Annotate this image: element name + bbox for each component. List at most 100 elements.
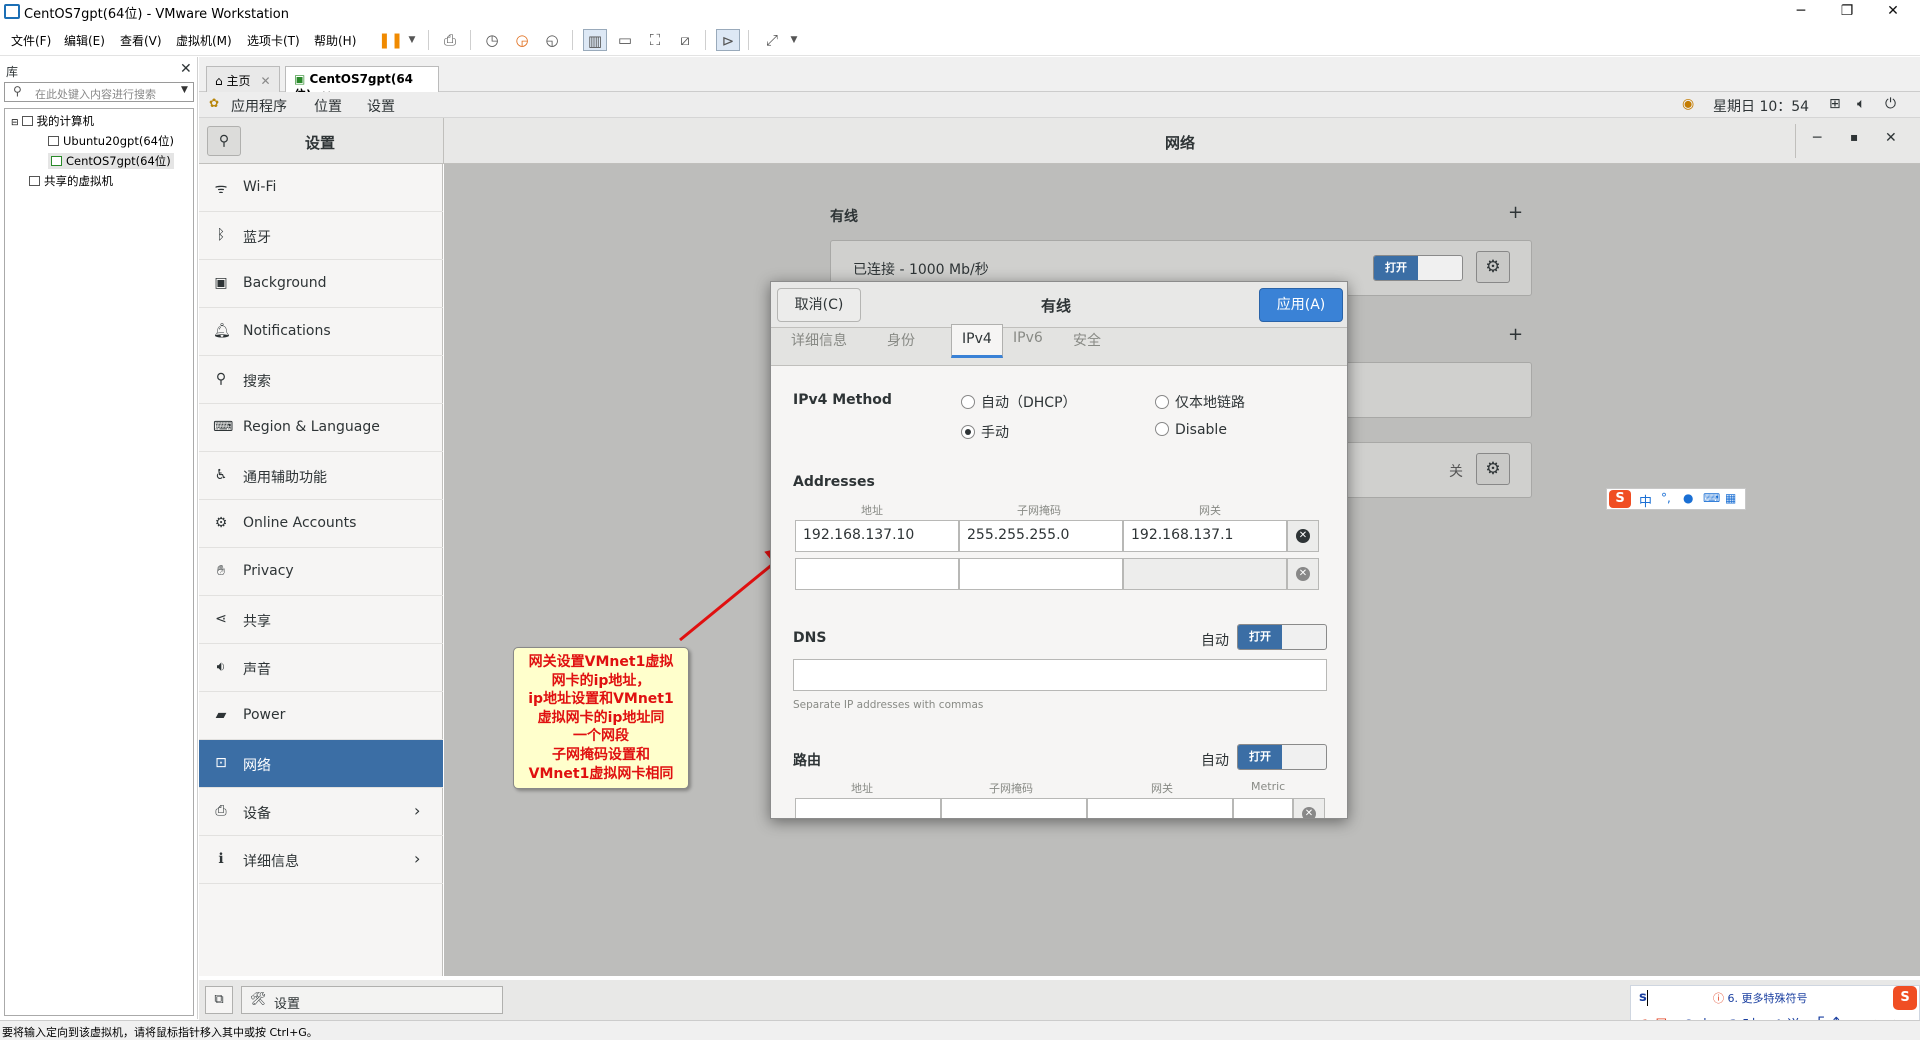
console-view-icon[interactable]: ⊳ (716, 29, 740, 51)
route-metric-input[interactable] (1233, 798, 1293, 818)
menu-edit[interactable]: 编辑(E) (64, 32, 105, 49)
address-input-empty[interactable] (795, 558, 959, 590)
sidebar-item-sharing[interactable]: ⋖ 共享 (199, 596, 443, 644)
netmask-input[interactable]: 255.255.255.0 (959, 520, 1123, 552)
taskbar-settings-button[interactable]: 🛠︎ 设置 (241, 986, 503, 1014)
wired-toggle[interactable]: 打开 (1373, 255, 1463, 281)
restore-button[interactable]: ❐ (1824, 0, 1870, 24)
ime-mode-chinese[interactable]: 中 (1639, 491, 1652, 510)
library-close-icon[interactable]: ✕ (180, 61, 192, 77)
routes-auto-toggle[interactable]: 打开 (1237, 744, 1327, 770)
gear-icon[interactable]: ⚙ (1476, 453, 1510, 485)
add-vpn-icon[interactable]: + (1508, 324, 1523, 345)
dns-auto-toggle[interactable]: 打开 (1237, 624, 1327, 650)
minimize-button[interactable]: ─ (1778, 0, 1824, 24)
snapshot-icon[interactable]: ◷ (480, 29, 504, 51)
snapshot-manager-icon[interactable]: ◵ (540, 29, 564, 51)
unity-icon[interactable]: ⧄ (673, 29, 697, 51)
tree-node-ubuntu[interactable]: Ubuntu20gpt(64位) (48, 133, 174, 149)
radio-button[interactable] (961, 395, 975, 409)
gnome-close-icon[interactable]: ✕ (1885, 130, 1897, 146)
delete-route-button[interactable]: ✕ (1293, 798, 1325, 818)
sidebar-item-power[interactable]: ▰ Power (199, 692, 443, 740)
sidebar-item-sound[interactable]: 🔉︎ 声音 (199, 644, 443, 692)
tab-ipv4[interactable]: IPv4 (951, 324, 1003, 358)
tree-node-shared[interactable]: 共享的虚拟机 (29, 173, 113, 189)
radio-button[interactable] (1155, 395, 1169, 409)
route-address-input[interactable] (795, 798, 941, 818)
menu-applications[interactable]: 应用程序 (231, 96, 287, 116)
cancel-button[interactable]: 取消(C) (777, 288, 861, 322)
gateway-input-empty[interactable] (1123, 558, 1287, 590)
pause-icon[interactable]: ❚❚ (378, 29, 403, 51)
sidebar-item-online-accounts[interactable]: ⚙ Online Accounts (199, 500, 443, 548)
route-netmask-input[interactable] (941, 798, 1087, 818)
sidebar-item-details[interactable]: ℹ 详细信息 › (199, 836, 443, 884)
menu-settings[interactable]: 设置 (367, 96, 395, 116)
show-library-icon[interactable]: ▥ (583, 29, 607, 51)
route-gateway-input[interactable] (1087, 798, 1233, 818)
method-auto-dhcp[interactable]: 自动（DHCP） (961, 392, 1077, 412)
collapse-icon[interactable]: ⊟ (11, 118, 19, 128)
delete-address-button[interactable]: ✕ (1287, 520, 1319, 552)
ime-keyboard-icon[interactable]: ⌨ (1703, 491, 1720, 505)
tab-centos[interactable]: ▣ CentOS7gpt(64位)✕ (285, 66, 439, 102)
tab-security[interactable]: 安全 (1073, 330, 1101, 350)
sidebar-item-network[interactable]: ⊡ 网络 (199, 740, 443, 788)
power-icon[interactable]: ⏻ (1885, 96, 1896, 112)
ime-hint[interactable]: ⓘ 6. 更多特殊符号 (1713, 990, 1808, 1006)
pause-dropdown-icon[interactable]: ▼ (400, 29, 424, 51)
stretch-dropdown-icon[interactable]: ▼ (782, 29, 806, 51)
clock[interactable]: 星期日 10：54 (1713, 96, 1809, 116)
network-status-icon[interactable]: ⊞ (1829, 96, 1841, 112)
ime-toolbox-icon[interactable]: ▦ (1725, 491, 1736, 505)
menu-help[interactable]: 帮助(H) (314, 32, 356, 49)
tree-node-my-computer[interactable]: ⊟ 我的计算机 (11, 113, 94, 129)
gnome-minimize-icon[interactable]: ─ (1813, 130, 1821, 146)
tab-ipv6[interactable]: IPv6 (1013, 330, 1043, 346)
tab-details[interactable]: 详细信息 (791, 330, 847, 350)
sidebar-item-bluetooth[interactable]: ᛒ 蓝牙 (199, 212, 443, 260)
sidebar-item-wifi[interactable]: ᯤ Wi-Fi (199, 164, 443, 212)
sidebar-item-region[interactable]: ⌨ Region & Language (199, 404, 443, 452)
address-input[interactable]: 192.168.137.10 (795, 520, 959, 552)
ime-voice-icon[interactable]: ● (1683, 491, 1693, 505)
volume-icon[interactable]: 🔈︎ (1857, 96, 1865, 112)
netmask-input-empty[interactable] (959, 558, 1123, 590)
sidebar-item-notifications[interactable]: 🔔︎ Notifications (199, 308, 443, 356)
close-button[interactable]: ✕ (1870, 0, 1916, 24)
sogou-logo-icon[interactable]: S (1609, 490, 1631, 508)
thumbnail-bar-icon[interactable]: ▭ (613, 29, 637, 51)
stretch-guest-icon[interactable]: ⤢ (760, 29, 784, 51)
method-manual[interactable]: 手动 (961, 422, 1009, 442)
gateway-input[interactable]: 192.168.137.1 (1123, 520, 1287, 552)
apply-button[interactable]: 应用(A) (1259, 288, 1343, 322)
menu-tabs[interactable]: 选项卡(T) (247, 32, 300, 49)
tab-home[interactable]: ⌂ 主页 ✕ (206, 66, 280, 92)
user-status-icon[interactable]: ◉ (1682, 96, 1694, 112)
method-disable[interactable]: Disable (1155, 422, 1227, 438)
sidebar-item-background[interactable]: ▣ Background (199, 260, 443, 308)
gear-icon[interactable]: ⚙ (1476, 251, 1510, 283)
radio-button-selected[interactable] (961, 425, 975, 439)
menu-view[interactable]: 查看(V) (120, 32, 162, 49)
method-link-local[interactable]: 仅本地链路 (1155, 392, 1245, 412)
window-list-icon[interactable]: ⧉ (205, 986, 233, 1014)
sogou-logo-icon[interactable]: S (1893, 986, 1917, 1010)
sidebar-item-devices[interactable]: ⎙ 设备 › (199, 788, 443, 836)
library-search-input[interactable]: ⚲ 在此处键入内容进行搜索 ▼ (4, 82, 194, 102)
tree-node-centos[interactable]: CentOS7gpt(64位) (48, 153, 174, 169)
radio-button[interactable] (1155, 422, 1169, 436)
send-ctrl-alt-del-icon[interactable]: ⎙ (438, 29, 462, 51)
tab-identity[interactable]: 身份 (887, 330, 915, 350)
ime-punctuation[interactable]: °, (1661, 491, 1671, 505)
sidebar-item-search[interactable]: ⚲ 搜索 (199, 356, 443, 404)
delete-address-button[interactable]: ✕ (1287, 558, 1319, 590)
sidebar-item-accessibility[interactable]: ♿︎ 通用辅助功能 (199, 452, 443, 500)
dns-input[interactable] (793, 659, 1327, 691)
revert-snapshot-icon[interactable]: ◶ (510, 29, 534, 51)
full-screen-icon[interactable]: ⛶ (643, 29, 667, 51)
chevron-down-icon[interactable]: ▼ (181, 85, 188, 95)
menu-vm[interactable]: 虚拟机(M) (176, 32, 232, 49)
search-icon[interactable]: ⚲ (207, 126, 241, 156)
